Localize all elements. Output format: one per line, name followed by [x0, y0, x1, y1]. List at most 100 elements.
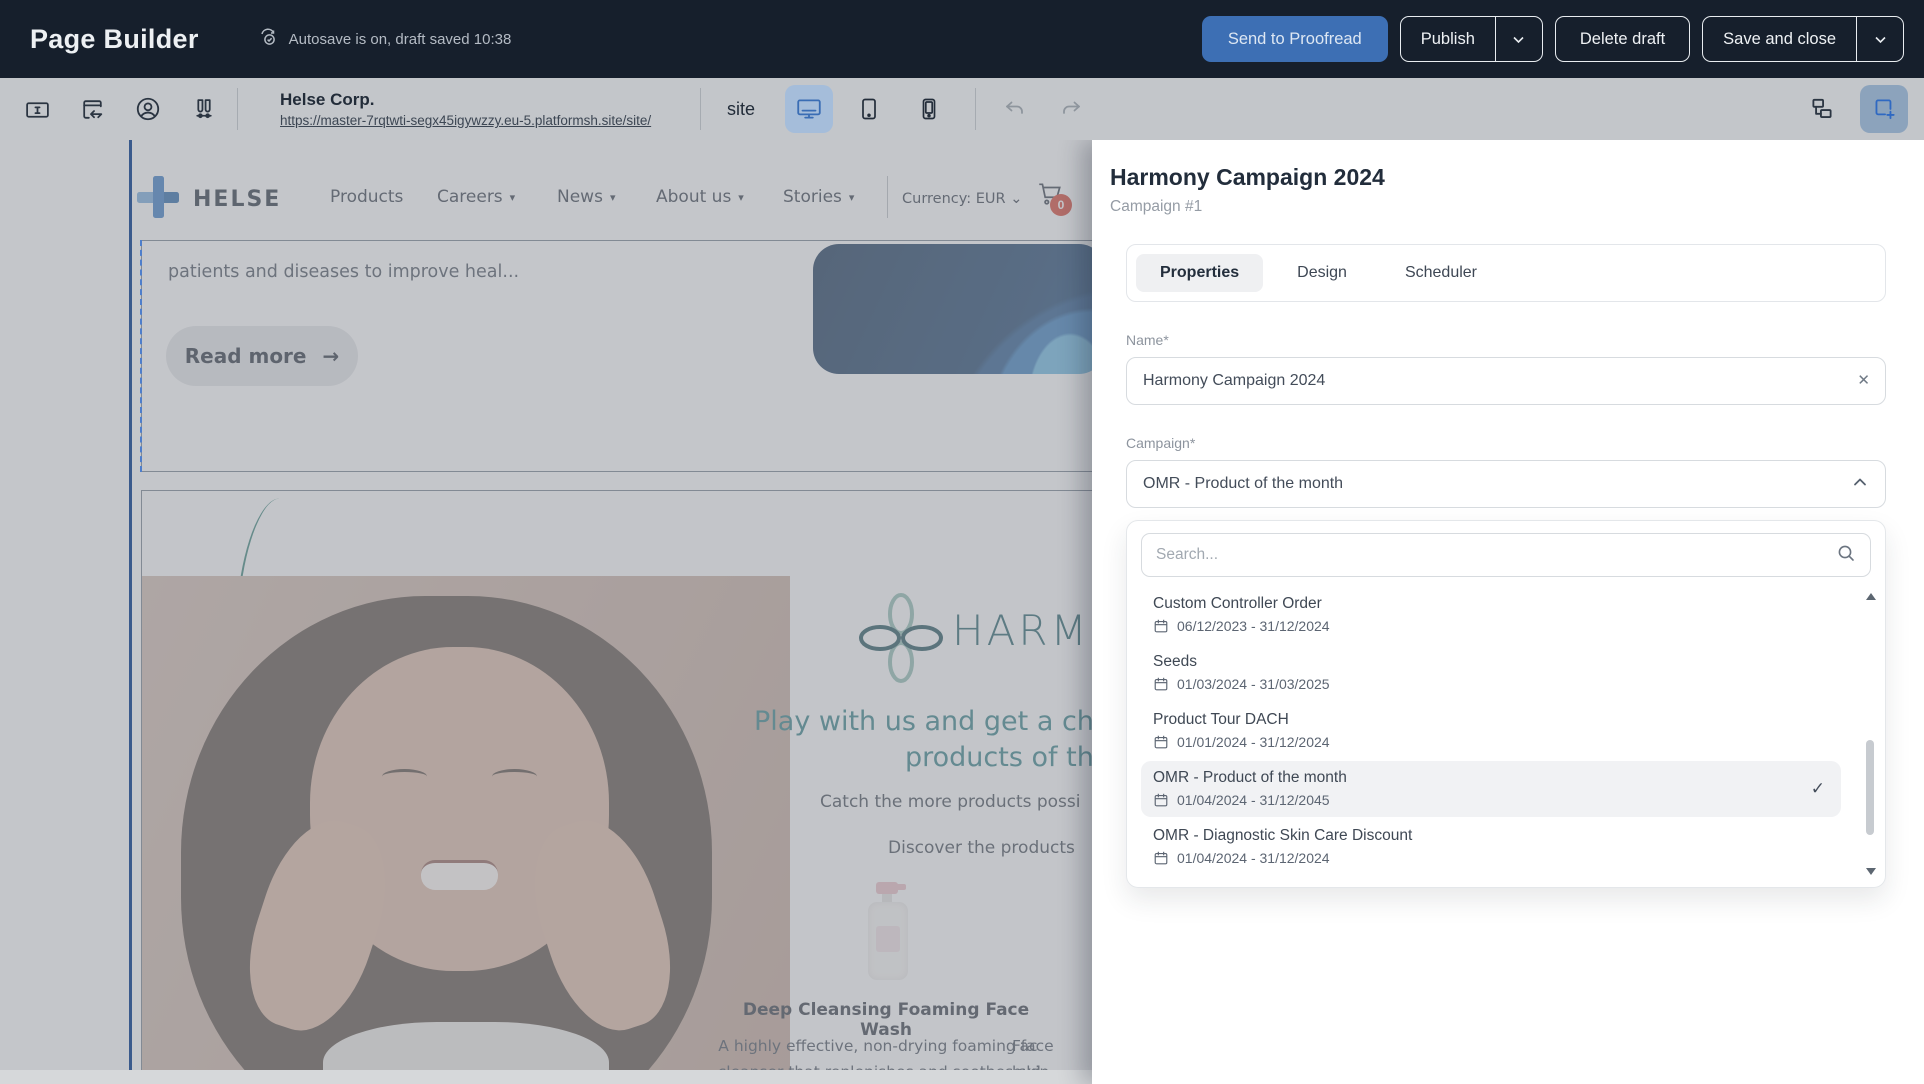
preview-left-edge [129, 140, 132, 1084]
toolbar-divider [975, 88, 976, 130]
woman-photo [142, 576, 790, 1083]
helse-logo-icon [133, 172, 183, 227]
publish-dropdown-button[interactable] [1496, 17, 1542, 61]
save-and-close-button[interactable]: Save and close [1703, 17, 1857, 61]
list-scrollbar[interactable] [1863, 593, 1877, 875]
site-preview: HELSE Products Careers▾ News▾ About us▾ … [0, 140, 1092, 1084]
device-preview-toggle [785, 85, 953, 133]
name-field-wrap: ✕ [1126, 357, 1886, 405]
panel-title: Harmony Campaign 2024 [1092, 140, 1924, 191]
nav-products[interactable]: Products [330, 187, 403, 207]
list-item[interactable]: OMR - Diagnostic Skin Care Discount 01/0… [1141, 819, 1841, 875]
toolbar-divider [237, 88, 238, 130]
calendar-icon [1153, 618, 1169, 634]
calendar-icon [1153, 850, 1169, 866]
nav-stories[interactable]: Stories▾ [783, 187, 854, 207]
calendar-icon [1153, 792, 1169, 808]
read-more-button[interactable]: Read more→ [166, 326, 358, 386]
list-item-selected[interactable]: OMR - Product of the month 01/04/2024 - … [1141, 761, 1841, 817]
list-item[interactable]: Seeds 01/03/2024 - 31/03/2025 [1141, 645, 1841, 701]
campaign-subline1: Catch the more products possi [820, 792, 1081, 812]
hero-wave-image [813, 244, 1092, 374]
tab-properties[interactable]: Properties [1136, 254, 1263, 292]
left-tool-icons [24, 95, 217, 123]
right-tool-icons [1798, 85, 1908, 133]
desktop-preview-button[interactable] [785, 85, 833, 133]
scrollbar-thumb[interactable] [1866, 740, 1874, 835]
scroll-up-arrow[interactable] [1866, 593, 1876, 600]
currency-selector[interactable]: Currency: EUR ⌄ [902, 191, 1022, 207]
site-url-link[interactable]: https://master-7rqtwti-segx45igywzzy.eu-… [280, 113, 700, 128]
horizontal-scrollbar[interactable] [0, 1070, 1092, 1084]
photo-smile [421, 860, 499, 890]
panel-tabs: Properties Design Scheduler [1126, 244, 1886, 302]
campaign-select-value: OMR - Product of the month [1143, 475, 1851, 493]
toolbar-divider [700, 88, 701, 130]
list-item[interactable]: Custom Controller Order 06/12/2023 - 31/… [1141, 587, 1841, 643]
redo-icon[interactable] [1058, 96, 1084, 122]
scroll-down-arrow[interactable] [1866, 868, 1876, 875]
section-selection-dashed-border [140, 240, 142, 472]
helse-logo[interactable]: HELSE [133, 172, 281, 227]
add-block-icon[interactable] [1860, 85, 1908, 133]
chevron-down-icon: ▾ [738, 191, 744, 204]
campaign-select[interactable]: OMR - Product of the month [1126, 460, 1886, 508]
tab-design[interactable]: Design [1273, 254, 1371, 292]
nav-about-us[interactable]: About us▾ [656, 187, 744, 207]
builder-toolbar: Helse Corp. https://master-7rqtwti-segx4… [0, 78, 1924, 140]
helse-logo-text: HELSE [193, 187, 281, 212]
harmony-logo-text: HARMONY [952, 606, 1092, 655]
chevron-down-icon: ▾ [849, 191, 855, 204]
chevron-up-icon [1851, 473, 1869, 496]
clear-name-icon[interactable]: ✕ [1857, 371, 1870, 389]
autosave-status: Autosave is on, draft saved 10:38 [257, 26, 512, 52]
campaign-settings-panel: Harmony Campaign 2024 Campaign #1 Proper… [1092, 140, 1924, 1084]
text-field-icon[interactable] [24, 96, 51, 123]
cart-button[interactable]: 0 [1036, 180, 1064, 213]
mobile-preview-button[interactable] [905, 85, 953, 133]
search-input[interactable] [1156, 546, 1836, 564]
name-field-label: Name* [1126, 332, 1886, 348]
frame-swap-icon[interactable] [79, 96, 106, 123]
list-item[interactable]: Product Tour DACH 01/01/2024 - 31/12/202… [1141, 703, 1841, 759]
chevron-down-icon: ▾ [610, 191, 616, 204]
autosave-sync-icon [257, 26, 279, 52]
calendar-icon [1153, 676, 1169, 692]
campaign-option-list: Custom Controller Order 06/12/2023 - 31/… [1141, 587, 1871, 875]
calendar-icon [1153, 734, 1169, 750]
site-tree-icon[interactable] [1798, 85, 1846, 133]
search-icon [1836, 543, 1856, 568]
undo-icon[interactable] [1002, 96, 1028, 122]
publish-button[interactable]: Publish [1401, 17, 1496, 61]
tablet-preview-button[interactable] [845, 85, 893, 133]
product-bottle-image [862, 882, 914, 982]
arrow-right-icon: → [322, 344, 339, 368]
cart-count-badge: 0 [1050, 194, 1072, 216]
delete-draft-button[interactable]: Delete draft [1555, 16, 1690, 62]
panel-subtitle: Campaign #1 [1092, 191, 1924, 216]
publish-split-button: Publish [1400, 16, 1543, 62]
hero-text: patients and diseases to improve heal... [168, 262, 519, 282]
app-title: Page Builder [30, 24, 199, 55]
campaign-headline-line2: products of the [905, 742, 1092, 773]
send-to-proofread-button[interactable]: Send to Proofread [1202, 16, 1388, 62]
top-bar: Page Builder Autosave is on, draft saved… [0, 0, 1924, 78]
campaign-headline-line1: Play with us and get a chanc [754, 706, 1092, 737]
tab-scheduler[interactable]: Scheduler [1381, 254, 1501, 292]
photo-eye [492, 769, 537, 784]
nav-news[interactable]: News▾ [557, 187, 615, 207]
save-and-close-dropdown-button[interactable] [1857, 17, 1903, 61]
sliders-icon[interactable] [190, 96, 217, 123]
save-and-close-split-button: Save and close [1702, 16, 1904, 62]
history-controls [1002, 96, 1084, 122]
photo-eye [382, 769, 427, 784]
nav-careers[interactable]: Careers▾ [437, 187, 515, 207]
nav-divider [887, 176, 888, 218]
dropdown-search [1141, 533, 1871, 577]
campaign-subline2: Discover the products [888, 838, 1075, 858]
campaign-dropdown: Custom Controller Order 06/12/2023 - 31/… [1126, 520, 1886, 888]
topbar-actions: Send to Proofread Publish Delete draft S… [1202, 16, 1904, 62]
name-input[interactable] [1126, 357, 1886, 405]
harmony-logo-icon [858, 592, 944, 689]
profile-icon[interactable] [134, 95, 162, 123]
